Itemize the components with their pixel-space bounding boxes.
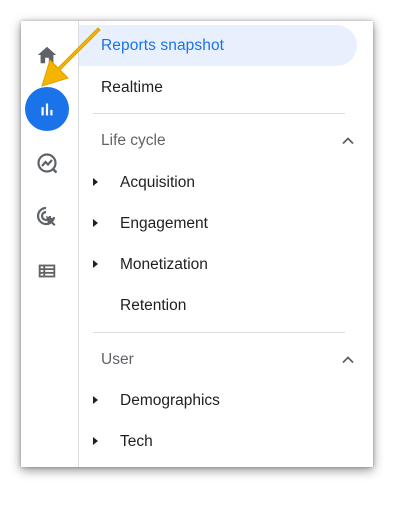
divider: [93, 332, 345, 333]
reports-button[interactable]: [25, 87, 69, 131]
divider: [93, 113, 345, 114]
advertising-button[interactable]: [25, 195, 69, 239]
chevron-up-icon[interactable]: [341, 134, 355, 148]
home-icon: [37, 46, 57, 64]
nav-item-demographics[interactable]: Demographics: [120, 392, 220, 410]
explore-button[interactable]: [25, 141, 69, 185]
home-button[interactable]: [25, 33, 69, 77]
nav-item-monetization[interactable]: Monetization: [120, 256, 208, 274]
app-frame: Reports snapshot Realtime Life cycle Acq…: [21, 21, 373, 467]
section-user-title[interactable]: User: [101, 351, 134, 369]
nav-item-engagement[interactable]: Engagement: [120, 215, 208, 233]
advertising-cursor-icon: [37, 206, 56, 226]
icon-rail: [21, 21, 79, 467]
nav-item-reports-snapshot[interactable]: Reports snapshot: [79, 25, 357, 66]
chevron-up-icon[interactable]: [341, 353, 355, 367]
explore-trend-icon: [37, 153, 58, 174]
expand-arrow-icon[interactable]: [93, 178, 98, 186]
configure-button[interactable]: [25, 249, 69, 293]
expand-arrow-icon[interactable]: [93, 396, 98, 404]
expand-arrow-icon[interactable]: [93, 260, 98, 268]
nav-item-label: Reports snapshot: [101, 36, 225, 54]
list-table-icon: [38, 264, 56, 278]
nav-item-retention[interactable]: Retention: [120, 297, 186, 315]
nav-item-acquisition[interactable]: Acquisition: [120, 174, 195, 192]
nav-item-tech[interactable]: Tech: [120, 433, 153, 451]
nav-item-realtime[interactable]: Realtime: [101, 79, 163, 97]
expand-arrow-icon[interactable]: [93, 219, 98, 227]
reports-nav: Reports snapshot Realtime Life cycle Acq…: [79, 21, 373, 467]
expand-arrow-icon[interactable]: [93, 437, 98, 445]
bar-chart-icon: [41, 103, 53, 116]
section-lifecycle-title[interactable]: Life cycle: [101, 132, 166, 150]
